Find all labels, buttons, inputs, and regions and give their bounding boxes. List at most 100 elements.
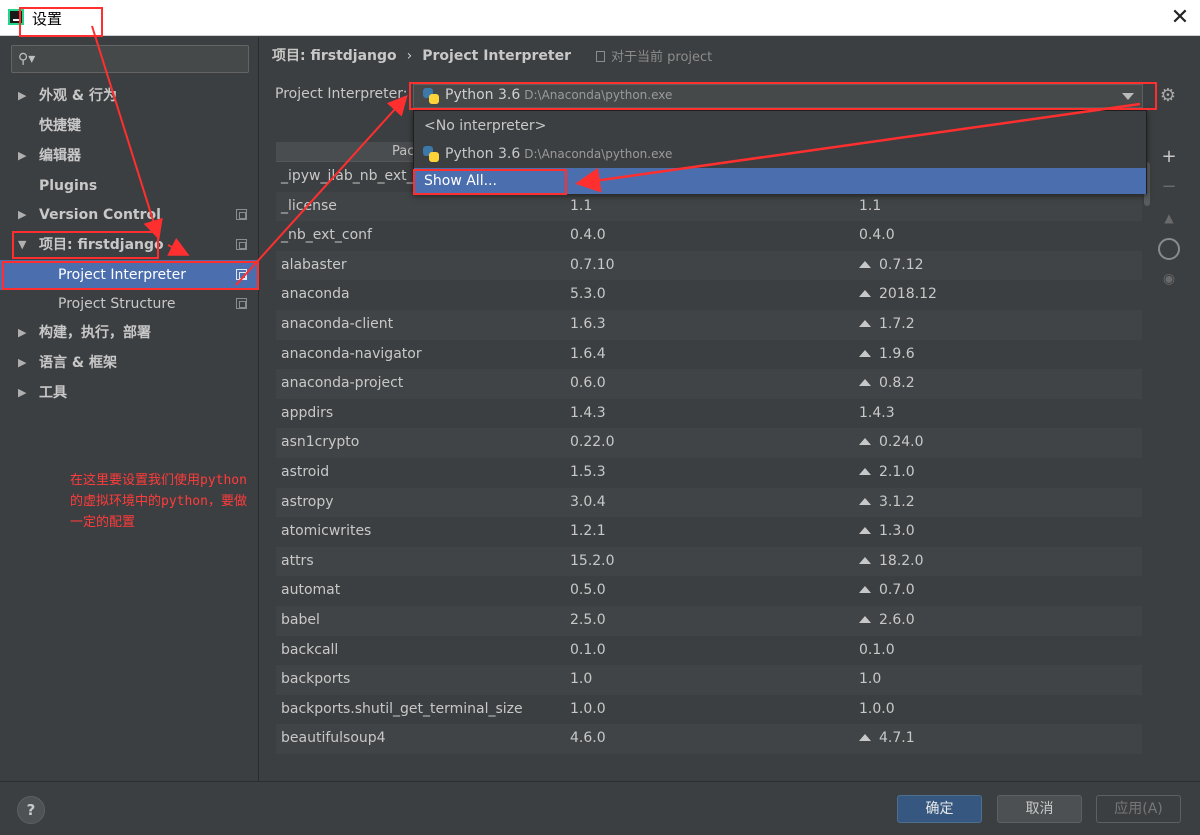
package-name: appdirs: [281, 404, 334, 421]
expand-right-icon[interactable]: ▶: [18, 141, 26, 171]
table-row[interactable]: beautifulsoup4 4.6.0 4.7.1: [276, 724, 1142, 754]
project-scope-label: 对于当前 project: [611, 50, 713, 65]
table-row[interactable]: _license 1.1 1.1: [276, 191, 1142, 222]
package-name: _license: [281, 197, 337, 214]
package-name: babel: [281, 612, 320, 628]
package-latest-version: 0.4.0: [859, 227, 895, 244]
package-latest-version: 0.7.12: [879, 256, 924, 273]
sidebar-item-languages-frameworks[interactable]: ▶ 语言 & 框架: [0, 348, 258, 378]
package-version: 0.6.0: [570, 375, 606, 392]
package-version: 0.7.10: [570, 256, 615, 273]
package-latest-version: 0.7.0: [879, 582, 915, 599]
table-row[interactable]: asn1crypto 0.22.0 0.24.0: [276, 428, 1142, 458]
table-scrollbar[interactable]: [1143, 162, 1151, 766]
eye-icon[interactable]: ◉: [1159, 269, 1179, 289]
sidebar-item-project-structure[interactable]: Project Structure: [0, 289, 258, 319]
package-version: 1.1: [570, 197, 593, 214]
table-row[interactable]: _nb_ext_conf 0.4.0 0.4.0: [276, 221, 1142, 251]
expand-right-icon[interactable]: ▶: [18, 348, 26, 378]
help-button[interactable]: ?: [17, 796, 45, 824]
package-latest-version: 1.9.6: [879, 345, 915, 362]
table-row[interactable]: automat 0.5.0 0.7.0: [276, 576, 1142, 606]
gear-icon[interactable]: ⚙: [1155, 84, 1181, 108]
package-name: backports: [281, 671, 351, 688]
loading-icon: [1158, 238, 1180, 260]
upgrade-package-button[interactable]: ▲: [1159, 208, 1179, 228]
package-version: 5.3.0: [570, 286, 606, 303]
dropdown-option-python36[interactable]: Python 3.6 D:\Anaconda\python.exe: [414, 140, 1146, 168]
package-latest-version: 0.1.0: [859, 641, 895, 658]
package-latest-version: 2.1.0: [879, 464, 915, 480]
package-latest-cell: 2.1.0: [859, 458, 915, 487]
table-row[interactable]: anaconda-navigator 1.6.4 1.9.6: [276, 340, 1142, 370]
package-latest-cell: 1.0.0: [859, 695, 895, 724]
table-row[interactable]: atomicwrites 1.2.1 1.3.0: [276, 517, 1142, 547]
upgrade-arrow-icon: [859, 438, 871, 446]
expand-right-icon[interactable]: ▶: [18, 200, 26, 230]
table-row[interactable]: anaconda 5.3.0 2018.12: [276, 280, 1142, 310]
close-button[interactable]: ✕: [1166, 4, 1194, 32]
table-row[interactable]: alabaster 0.7.10 0.7.12: [276, 250, 1142, 281]
settings-search-input[interactable]: ⚲▾: [11, 45, 249, 73]
package-column-header[interactable]: Pac: [392, 144, 414, 159]
table-row[interactable]: appdirs 1.4.3 1.4.3: [276, 399, 1142, 429]
table-row[interactable]: astroid 1.5.3 2.1.0: [276, 458, 1142, 488]
remove-package-button[interactable]: −: [1159, 177, 1179, 197]
table-row[interactable]: babel 2.5.0 2.6.0: [276, 606, 1142, 636]
sidebar-item-version-control[interactable]: ▶ Version Control: [0, 200, 258, 230]
breadcrumb: 项目: firstdjango › Project Interpreter: [272, 45, 571, 65]
upgrade-arrow-icon: [859, 290, 871, 298]
sidebar-item-tools[interactable]: ▶ 工具: [0, 378, 258, 408]
package-latest-cell: 1.3.0: [859, 517, 915, 546]
annotation-box-interpreter-item: [2, 261, 259, 290]
upgrade-arrow-icon: [859, 527, 871, 535]
ok-button[interactable]: 确定: [897, 795, 982, 823]
package-latest-cell: 1.4.3: [859, 399, 895, 428]
upgrade-arrow-icon: [859, 379, 871, 387]
table-row[interactable]: anaconda-client 1.6.3 1.7.2: [276, 310, 1142, 340]
dropdown-option-no-interpreter[interactable]: <No interpreter>: [414, 112, 1146, 140]
sidebar-item-plugins[interactable]: Plugins: [0, 171, 258, 201]
annotation-box-show-all: [413, 169, 567, 195]
table-row[interactable]: astropy 3.0.4 3.1.2: [276, 487, 1142, 518]
table-row[interactable]: anaconda-project 0.6.0 0.8.2: [276, 369, 1142, 399]
expand-right-icon[interactable]: ▶: [18, 318, 26, 348]
package-version: 1.0.0: [570, 700, 606, 717]
package-name: anaconda-client: [281, 316, 394, 332]
copy-icon: [236, 209, 247, 220]
package-name: anaconda-project: [281, 375, 404, 392]
sidebar-item-label: Plugins: [39, 178, 98, 194]
package-name: _nb_ext_conf: [281, 227, 372, 244]
package-version: 1.6.3: [570, 316, 606, 332]
sidebar-item-label: 语言 & 框架: [39, 355, 117, 371]
sidebar-item-build-execution-deployment[interactable]: ▶ 构建，执行，部署: [0, 318, 258, 348]
package-latest-version: 0.24.0: [879, 434, 924, 451]
copy-icon: [236, 298, 247, 309]
table-row[interactable]: attrs 15.2.0 18.2.0: [276, 546, 1142, 577]
package-latest-cell: 0.7.12: [859, 251, 924, 280]
table-row[interactable]: backcall 0.1.0 0.1.0: [276, 636, 1142, 666]
cancel-button[interactable]: 取消: [997, 795, 1082, 823]
table-row[interactable]: backports 1.0 1.0: [276, 665, 1142, 695]
package-name: anaconda: [281, 286, 350, 303]
upgrade-arrow-icon: [859, 320, 871, 327]
table-row[interactable]: backports.shutil_get_terminal_size 1.0.0 1…: [276, 695, 1142, 725]
sidebar-item-editor[interactable]: ▶ 编辑器: [0, 141, 258, 171]
package-latest-cell: 2.6.0: [859, 606, 915, 635]
add-package-button[interactable]: +: [1159, 147, 1179, 167]
upgrade-arrow-icon: [859, 349, 871, 357]
expand-right-icon[interactable]: ▶: [18, 81, 26, 111]
sidebar-item-keymap[interactable]: 快捷键: [0, 111, 258, 141]
expand-right-icon[interactable]: ▶: [18, 378, 26, 408]
package-latest-cell: 0.4.0: [859, 221, 895, 250]
sidebar-item-appearance-behavior[interactable]: ▶ 外观 & 行为: [0, 81, 258, 111]
sidebar-item-label: 快捷键: [39, 118, 81, 134]
breadcrumb-project: 项目: firstdjango: [272, 48, 397, 64]
apply-button[interactable]: 应用(A): [1096, 795, 1181, 823]
upgrade-arrow-icon: [859, 586, 871, 594]
package-latest-version: 1.0: [859, 671, 882, 688]
package-latest-cell: 2018.12: [859, 280, 937, 309]
search-icon: ⚲▾: [18, 51, 36, 67]
package-latest-version: 18.2.0: [879, 552, 924, 569]
package-latest-version: 4.7.1: [879, 730, 915, 747]
